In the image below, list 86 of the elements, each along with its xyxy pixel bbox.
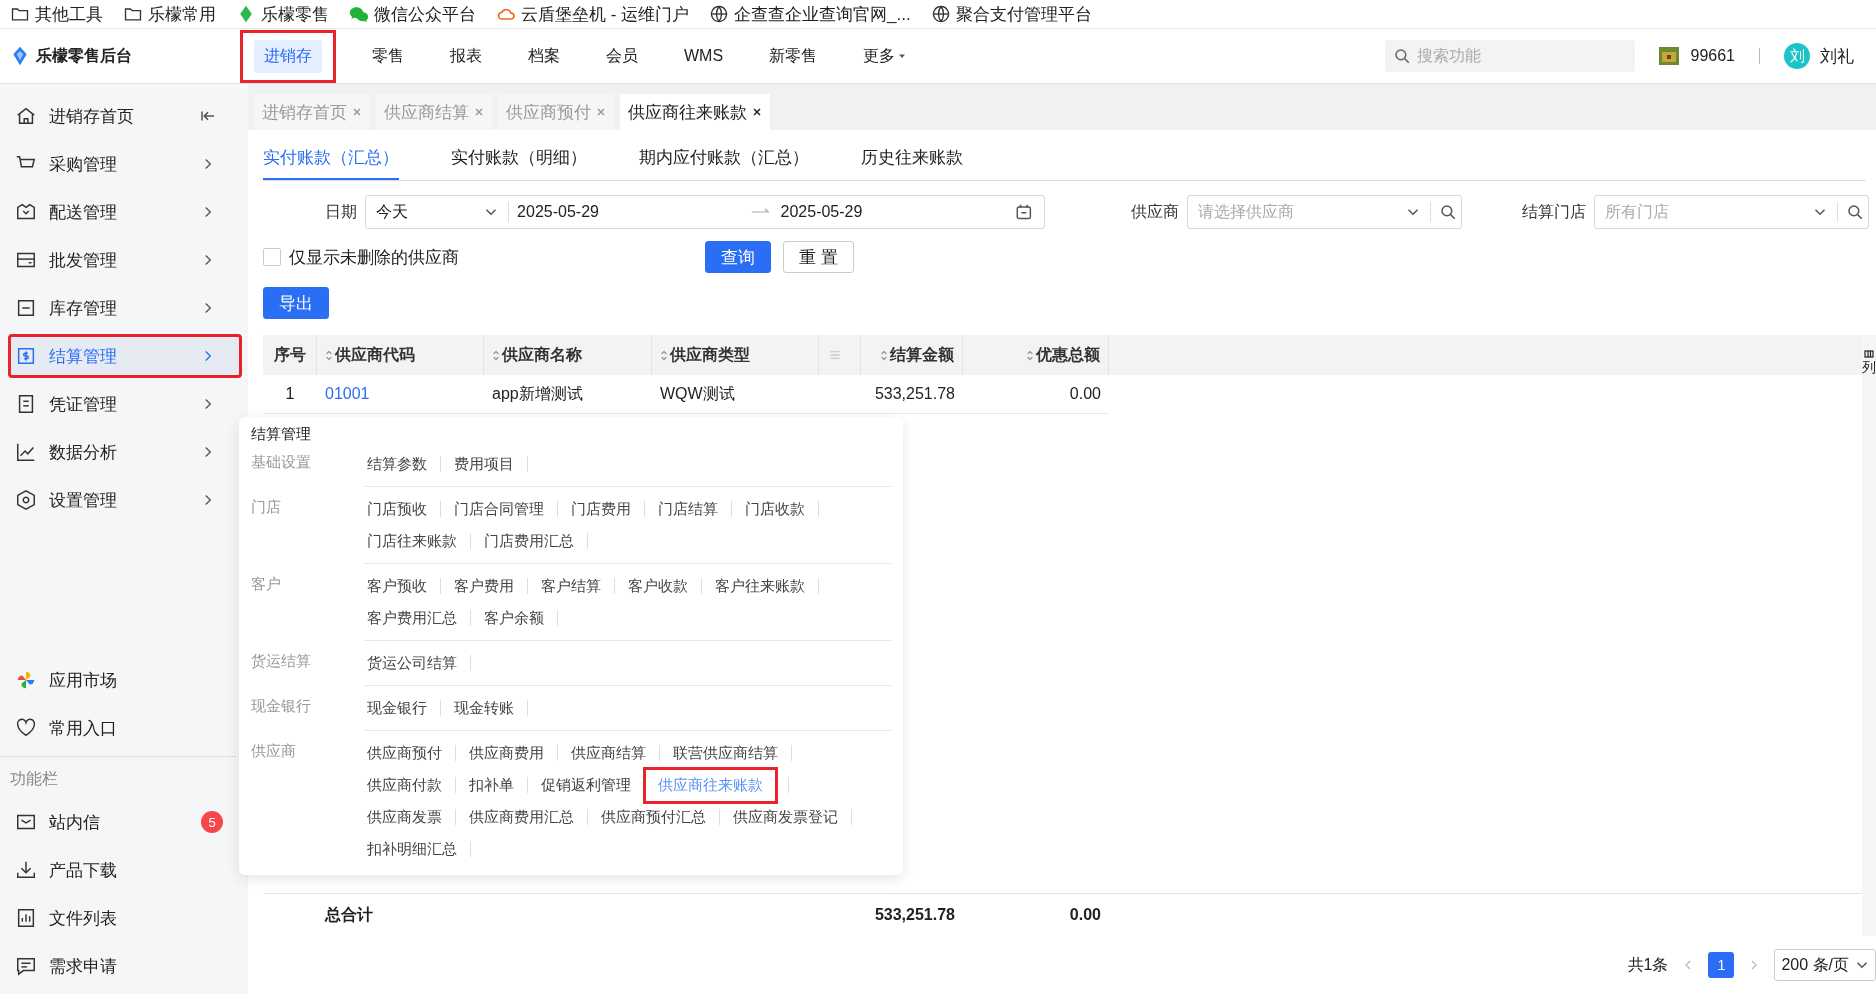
menu-link[interactable]: 结算参数 — [364, 445, 430, 483]
query-button[interactable]: 查询 — [705, 241, 771, 273]
page-size-select[interactable]: 200 条/页 — [1774, 949, 1876, 981]
group-label: 现金银行 — [251, 696, 312, 716]
table-cell-text: WQW测试 — [659, 383, 736, 404]
nav-tab[interactable]: 进销存 — [254, 39, 322, 73]
group-label: 客户 — [251, 574, 282, 594]
total-cell-text: 533,251.78 — [873, 906, 956, 924]
menu-link[interactable]: 现金转账 — [451, 689, 517, 727]
column-header: 供应商代码 — [335, 344, 415, 365]
sidebar-item[interactable]: 采购管理 — [8, 142, 242, 186]
bookmark-link[interactable]: 聚合支付管理平台 — [955, 2, 1092, 26]
nav-tab[interactable]: 新零售 — [759, 39, 828, 73]
table-cell-text: 1 — [284, 385, 296, 403]
points-count: 99661 — [1690, 47, 1735, 65]
field-label: 日期 — [324, 201, 358, 222]
start-date[interactable]: 2025-05-29 — [517, 203, 751, 221]
export-button[interactable]: 导出 — [263, 287, 329, 319]
sidebar-item[interactable]: 文件列表 — [8, 896, 242, 940]
nav-tab[interactable]: WMS — [674, 41, 734, 71]
sub-tab[interactable]: 实付账款（明细） — [451, 142, 587, 180]
end-date[interactable]: 2025-05-29 — [780, 203, 1015, 221]
preset-value[interactable]: 今天 — [376, 201, 483, 223]
nav-tab[interactable]: 报表 — [440, 39, 492, 73]
sidebar-item[interactable]: 配送管理 — [8, 190, 242, 234]
bookmark-link[interactable]: 云盾堡垒机 - 运维门户 — [521, 2, 690, 26]
user-name[interactable]: 刘礼 — [1820, 44, 1854, 68]
checkbox-label: 仅显示未删除的供应商 — [289, 246, 459, 269]
sidebar-item[interactable]: 站内信 5 — [8, 800, 242, 844]
sidebar-item[interactable]: 数据分析 — [8, 430, 242, 474]
total-label: 总合计 — [323, 904, 374, 925]
sidebar-item[interactable]: 设置管理 — [8, 478, 242, 522]
sidebar-item[interactable]: 需求申请 — [8, 944, 242, 988]
app-title: 乐檬零售后台 — [36, 45, 132, 66]
group-label: 货运结算 — [251, 651, 312, 671]
group-label: 门店 — [251, 497, 282, 517]
menu-link[interactable]: 门店收款 — [742, 490, 808, 528]
sub-tab[interactable]: 历史往来账款 — [861, 142, 963, 180]
count-badge: 5 — [201, 811, 223, 833]
sidebar-item[interactable]: 常用入口 — [8, 706, 242, 750]
sidebar-item[interactable]: 库存管理 — [8, 286, 242, 330]
menu-link[interactable]: 客户收款 — [625, 567, 691, 605]
bookmark-link[interactable]: 其他工具 — [35, 2, 103, 26]
sidebar-item[interactable]: 结算管理 — [8, 334, 242, 378]
date-range-field[interactable]: 今天 2025-05-29 2025-05-29 — [365, 195, 1045, 229]
table-cell-text: 533,251.78 — [873, 385, 956, 403]
sidebar-item[interactable]: 应用市场 — [8, 658, 242, 702]
menu-link[interactable]: 费用项目 — [451, 445, 517, 483]
sidebar-item[interactable]: 批发管理 — [8, 238, 242, 282]
sidebar-item[interactable]: 进销存首页 — [8, 94, 242, 138]
total-cell-text: 0.00 — [1068, 906, 1102, 924]
supplier-code-link[interactable]: 01001 — [317, 385, 484, 403]
column-header: 供应商类型 — [670, 344, 750, 365]
sidebar-item[interactable]: 产品下载 — [8, 848, 242, 892]
group-label: 基础设置 — [251, 452, 312, 472]
nav-tab[interactable]: 更多 — [853, 39, 917, 73]
bookmark-link[interactable]: 乐檬常用 — [148, 2, 216, 26]
menu-link[interactable]: 客户往来账款 — [712, 567, 808, 605]
sidebar-item[interactable]: 凭证管理 — [8, 382, 242, 426]
column-header: 结算金额 — [890, 344, 954, 365]
nav-tab[interactable]: 会员 — [596, 39, 648, 73]
bookmark-link[interactable]: 乐檬零售 — [261, 2, 329, 26]
column-header: 序号 — [273, 344, 306, 365]
table-cell-text: app新增测试 — [491, 383, 584, 404]
sub-tab[interactable]: 实付账款（汇总） — [263, 142, 399, 180]
menu-link[interactable]: 门店结算 — [655, 490, 721, 528]
menu-link[interactable]: 现金银行 — [364, 689, 430, 727]
section-label: 功能栏 — [9, 769, 59, 789]
column-header: 优惠总额 — [1036, 344, 1100, 365]
page-tab[interactable]: 供应商往来账款 — [620, 94, 770, 130]
nav-tab[interactable]: 零售 — [362, 39, 414, 73]
menu-title: 结算管理 — [251, 425, 312, 444]
bookmark-link[interactable]: 微信公众平台 — [374, 2, 476, 26]
group-label: 供应商 — [251, 741, 297, 761]
nav-tab[interactable]: 档案 — [518, 39, 570, 73]
column-header: 供应商名称 — [502, 344, 582, 365]
bookmark-link[interactable]: 企查查企业查询官网_... — [734, 2, 911, 26]
field-label: 结算门店 — [1521, 201, 1587, 222]
page-button[interactable]: 1 — [1708, 952, 1735, 978]
reset-button[interactable]: 重 置 — [783, 241, 854, 273]
total-count: 共1条 — [1627, 954, 1669, 975]
column-settings-button[interactable]: 列 — [1862, 335, 1876, 936]
menu-link[interactable]: 货运公司结算 — [364, 644, 460, 682]
table-cell-text: 0.00 — [1068, 385, 1102, 403]
sub-tab[interactable]: 期内应付账款（汇总） — [639, 142, 809, 180]
field-label: 供应商 — [1130, 201, 1180, 222]
